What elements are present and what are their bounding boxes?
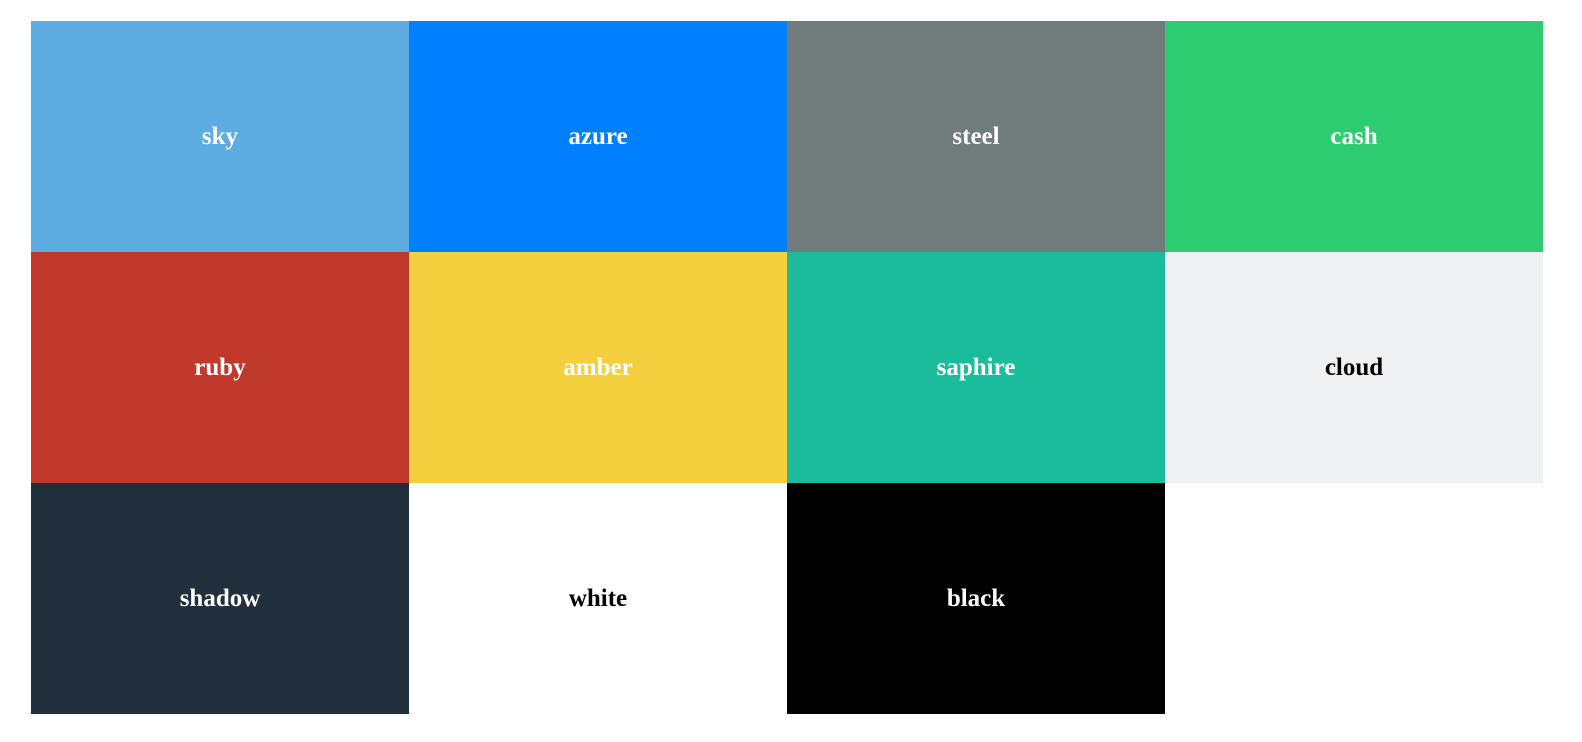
swatch-label: black (946, 585, 1006, 612)
swatch-saphire[interactable]: saphire (787, 252, 1165, 483)
color-swatch-grid: sky azure steel cash ruby amber saphire … (31, 21, 1543, 714)
swatch-label: azure (568, 123, 628, 150)
swatch-label: saphire (936, 354, 1016, 381)
swatch-label: cash (1330, 123, 1378, 150)
swatch-shadow[interactable]: shadow (31, 483, 409, 714)
swatch-cash[interactable]: cash (1165, 21, 1543, 252)
swatch-azure[interactable]: azure (409, 21, 787, 252)
swatch-black[interactable]: black (787, 483, 1165, 714)
swatch-label: steel (952, 123, 1000, 150)
swatch-label: cloud (1324, 354, 1384, 381)
swatch-cloud[interactable]: cloud (1165, 252, 1543, 483)
swatch-label: sky (201, 123, 239, 150)
swatch-label: ruby (194, 354, 246, 381)
swatch-white[interactable]: white (409, 483, 787, 714)
swatch-label: white (568, 585, 628, 612)
swatch-ruby[interactable]: ruby (31, 252, 409, 483)
swatch-label: amber (563, 354, 633, 381)
swatch-amber[interactable]: amber (409, 252, 787, 483)
swatch-steel[interactable]: steel (787, 21, 1165, 252)
swatch-label: shadow (179, 585, 261, 612)
swatch-sky[interactable]: sky (31, 21, 409, 252)
